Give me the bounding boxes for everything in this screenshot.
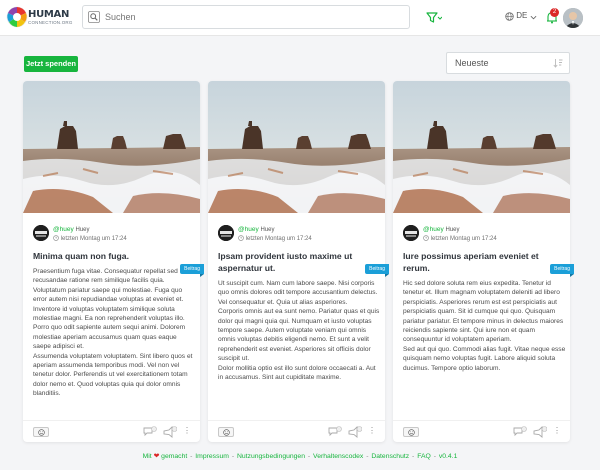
footer-separator: - bbox=[190, 453, 193, 460]
post-card-footer: ⋮ bbox=[208, 420, 385, 442]
footer-link-code-of-conduct[interactable]: Verhaltenscodex bbox=[313, 453, 363, 460]
post-excerpt: Ut suscipit cum. Nam cum labore saepe. N… bbox=[218, 280, 380, 382]
search-icon bbox=[88, 11, 100, 23]
footer-link-version[interactable]: v0.4.1 bbox=[439, 453, 458, 460]
clock-icon bbox=[238, 235, 244, 241]
logo-name: HUMAN bbox=[28, 9, 70, 20]
author-name[interactable]: @huey Huey bbox=[238, 226, 275, 233]
user-photo-icon bbox=[563, 8, 583, 28]
author-display-name: Huey bbox=[75, 227, 90, 233]
shout-icon[interactable] bbox=[348, 426, 362, 438]
page-footer: Mit ❤ gemacht - Impressum - Nutzungsbedi… bbox=[0, 452, 600, 466]
post-teaser-image[interactable] bbox=[208, 81, 385, 213]
clock-icon bbox=[423, 235, 429, 241]
author-handle[interactable]: @huey bbox=[238, 226, 259, 233]
post-date-text: letzten Montag um 17:24 bbox=[60, 236, 127, 242]
emoji-button[interactable] bbox=[218, 427, 234, 437]
footer-separator: - bbox=[366, 453, 369, 460]
desert-landscape-image bbox=[393, 81, 570, 213]
sort-label: Neueste bbox=[455, 58, 489, 68]
author-avatar-icon bbox=[218, 225, 234, 241]
chevron-down-icon bbox=[530, 15, 537, 20]
post-card[interactable]: @huey Huey letzten Montag um 17:24 Minim… bbox=[23, 81, 204, 442]
more-menu-icon[interactable]: ⋮ bbox=[553, 425, 561, 437]
footer-separator: - bbox=[412, 453, 415, 460]
emoji-button[interactable] bbox=[33, 427, 49, 437]
search-input[interactable] bbox=[105, 9, 385, 25]
author-avatar-icon bbox=[33, 225, 49, 241]
author-handle[interactable]: @huey bbox=[423, 226, 444, 233]
desert-landscape-image bbox=[208, 81, 385, 213]
made-with-prefix: Mit bbox=[142, 453, 152, 460]
comments-icon[interactable] bbox=[328, 426, 342, 438]
post-title[interactable]: Ipsam provident iusto maxime ut aspernat… bbox=[218, 251, 378, 274]
donate-button[interactable]: Jetzt spenden bbox=[24, 56, 78, 72]
globe-icon bbox=[505, 12, 514, 21]
footer-separator: - bbox=[231, 453, 235, 460]
footer-link-terms[interactable]: Nutzungsbedingungen bbox=[237, 453, 305, 460]
post-type-ribbon: Beitrag bbox=[550, 264, 574, 277]
desert-landscape-image bbox=[23, 81, 200, 213]
author-name[interactable]: @huey Huey bbox=[53, 226, 90, 233]
emoji-button[interactable] bbox=[403, 427, 419, 437]
made-with-suffix: gemacht bbox=[161, 453, 188, 460]
more-menu-icon[interactable]: ⋮ bbox=[183, 425, 191, 437]
post-teaser-image[interactable] bbox=[23, 81, 200, 213]
smiley-icon bbox=[38, 429, 45, 436]
post-date-text: letzten Montag um 17:24 bbox=[245, 236, 312, 242]
post-date: letzten Montag um 17:24 bbox=[238, 235, 312, 242]
filter-icon[interactable] bbox=[426, 11, 442, 25]
sort-icon bbox=[553, 59, 563, 68]
post-card-footer: ⋮ bbox=[23, 420, 200, 442]
post-title[interactable]: Iure possimus aperiam eveniet et rerum. bbox=[403, 251, 563, 274]
logo[interactable]: HUMAN CONNECTION.ORG bbox=[6, 6, 76, 30]
post-excerpt: Hic sed dolore soluta rem eius expedita.… bbox=[403, 280, 566, 372]
footer-link-faq[interactable]: FAQ bbox=[417, 453, 431, 460]
shout-icon[interactable] bbox=[533, 426, 547, 438]
footer-separator: - bbox=[307, 453, 311, 460]
author-display-name: Huey bbox=[445, 227, 460, 233]
logo-subtitle: CONNECTION.ORG bbox=[28, 20, 73, 25]
post-title[interactable]: Minima quam non fuga. bbox=[33, 251, 193, 263]
post-card[interactable]: @huey Huey letzten Montag um 17:24 Ipsam… bbox=[208, 81, 389, 442]
smiley-icon bbox=[408, 429, 415, 436]
author-handle[interactable]: @huey bbox=[53, 226, 74, 233]
author-avatar-icon bbox=[403, 225, 419, 241]
post-date: letzten Montag um 17:24 bbox=[423, 235, 497, 242]
post-teaser-image[interactable] bbox=[393, 81, 570, 213]
author-avatar[interactable] bbox=[33, 225, 49, 241]
post-card[interactable]: @huey Huey letzten Montag um 17:24 Iure … bbox=[393, 81, 574, 442]
language-switch[interactable]: DE bbox=[505, 11, 537, 21]
more-menu-icon[interactable]: ⋮ bbox=[368, 425, 376, 437]
comments-icon[interactable] bbox=[143, 426, 157, 438]
logo-icon bbox=[6, 6, 28, 28]
post-type-ribbon: Beitrag bbox=[365, 264, 389, 277]
author-display-name: Huey bbox=[260, 227, 275, 233]
search-box bbox=[82, 5, 410, 29]
footer-link-impressum[interactable]: Impressum bbox=[195, 453, 229, 460]
heart-icon: ❤ bbox=[153, 453, 160, 460]
author-avatar[interactable] bbox=[403, 225, 419, 241]
language-label: DE bbox=[516, 11, 528, 20]
comments-icon[interactable] bbox=[513, 426, 527, 438]
post-date-text: letzten Montag um 17:24 bbox=[430, 236, 497, 242]
author-avatar[interactable] bbox=[218, 225, 234, 241]
shout-icon[interactable] bbox=[163, 426, 177, 438]
sort-select[interactable]: Neueste bbox=[446, 52, 570, 74]
smiley-icon bbox=[223, 429, 230, 436]
footer-link-privacy[interactable]: Datenschutz bbox=[371, 453, 409, 460]
post-excerpt: Praesentium fuga vitae. Consequatur repe… bbox=[33, 268, 193, 398]
clock-icon bbox=[53, 235, 59, 241]
post-card-footer: ⋮ bbox=[393, 420, 570, 442]
user-avatar[interactable] bbox=[563, 8, 583, 28]
post-date: letzten Montag um 17:24 bbox=[53, 235, 127, 242]
footer-separator: - bbox=[433, 453, 436, 460]
notification-count-badge: 2 bbox=[550, 8, 559, 17]
top-navbar: HUMAN CONNECTION.ORG DE 2 bbox=[0, 0, 600, 36]
author-name[interactable]: @huey Huey bbox=[423, 226, 460, 233]
